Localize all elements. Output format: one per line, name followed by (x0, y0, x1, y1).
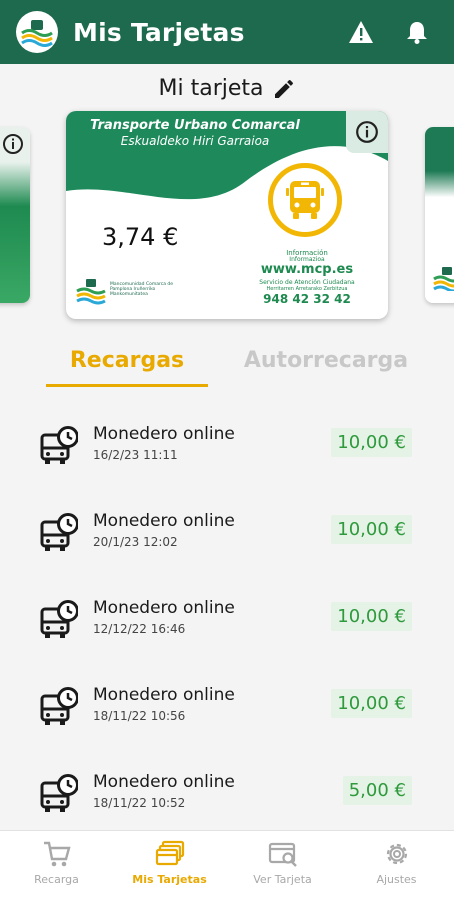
card-service-name-eu: Eskualdeko Hiri Garraioa (120, 134, 270, 148)
card-balance: 3,74 € (102, 223, 179, 251)
nav-mis-tarjetas[interactable]: Mis Tarjetas (113, 839, 226, 886)
list-item[interactable]: Monedero online 18/11/22 10:56 10,00 € (0, 661, 454, 748)
transaction-amount: 10,00 € (331, 428, 412, 457)
bus-clock-icon (40, 687, 78, 725)
issuer-logo (433, 267, 454, 291)
card-service-name: Transporte Urbano Comarcal (90, 118, 300, 133)
transaction-amount: 10,00 € (331, 602, 412, 631)
transaction-title: Monedero online (93, 511, 235, 531)
issuer-text: Mancomunidad Comarca de Pamplona Iruñerr… (110, 282, 174, 297)
info-icon (356, 121, 378, 143)
card-info-button[interactable] (346, 111, 388, 153)
list-item[interactable]: Monedero online 16/2/23 11:11 10,00 € (0, 400, 454, 487)
app-logo (16, 11, 58, 53)
transaction-title: Monedero online (93, 598, 235, 618)
list-item[interactable]: Monedero online 12/12/22 16:46 10,00 € (0, 574, 454, 661)
card-website: www.mcp.es (260, 262, 354, 277)
nav-recarga[interactable]: Recarga (0, 839, 113, 886)
tab-autorrecarga[interactable]: Autorrecarga (240, 348, 412, 373)
transaction-date: 12/12/22 16:46 (93, 622, 186, 636)
card-title-row: Mi tarjeta (0, 76, 454, 101)
info-icon[interactable] (2, 133, 24, 155)
active-tab-indicator (46, 384, 208, 387)
list-item[interactable]: Monedero online 18/11/22 10:52 5,00 € (0, 748, 454, 835)
transaction-title: Monedero online (93, 424, 235, 444)
app-header: Mis Tarjetas (0, 0, 454, 64)
bus-clock-icon (40, 426, 78, 464)
transaction-amount: 10,00 € (331, 515, 412, 544)
warning-icon[interactable] (346, 17, 376, 47)
tab-recargas[interactable]: Recargas (46, 348, 208, 373)
nav-ajustes[interactable]: Ajustes (340, 839, 453, 886)
nav-ver-tarjeta[interactable]: Ver Tarjeta (226, 839, 339, 886)
transaction-title: Monedero online (93, 772, 235, 792)
bell-icon[interactable] (402, 17, 432, 47)
card-phone: 948 42 32 42 (263, 292, 351, 306)
previous-card-preview[interactable] (0, 127, 30, 303)
next-card-preview[interactable] (425, 127, 454, 303)
cart-icon (43, 841, 71, 867)
transport-card[interactable]: Transporte Urbano Comarcal Eskualdeko Hi… (66, 111, 388, 319)
nav-label: Mis Tarjetas (132, 873, 207, 886)
card-service-label: Servicio de Atención Ciudadana (259, 279, 355, 286)
transaction-title: Monedero online (93, 685, 235, 705)
transaction-date: 18/11/22 10:52 (93, 796, 186, 810)
list-item[interactable]: Monedero online 20/1/23 12:02 10,00 € (0, 487, 454, 574)
cards-icon (155, 840, 184, 866)
transaction-date: 16/2/23 11:11 (93, 448, 178, 462)
card-search-icon (268, 842, 297, 867)
page-title: Mis Tarjetas (73, 17, 245, 47)
nav-label: Ajustes (376, 873, 417, 886)
nav-label: Recarga (34, 873, 79, 886)
transaction-amount: 5,00 € (342, 776, 412, 805)
transaction-amount: 10,00 € (331, 689, 412, 718)
bottom-navigation: Recarga Mis Tarjetas Ver Tarjeta Ajustes (0, 830, 454, 900)
bus-icon (268, 163, 342, 237)
bus-clock-icon (40, 774, 78, 812)
bus-clock-icon (40, 600, 78, 638)
issuer-logo (76, 279, 106, 305)
transaction-date: 20/1/23 12:02 (93, 535, 178, 549)
nav-label: Ver Tarjeta (253, 873, 312, 886)
bus-clock-icon (40, 513, 78, 551)
edit-icon[interactable] (272, 77, 296, 101)
transaction-date: 18/11/22 10:56 (93, 709, 186, 723)
gear-icon (386, 843, 407, 865)
card-name: Mi tarjeta (158, 76, 264, 101)
